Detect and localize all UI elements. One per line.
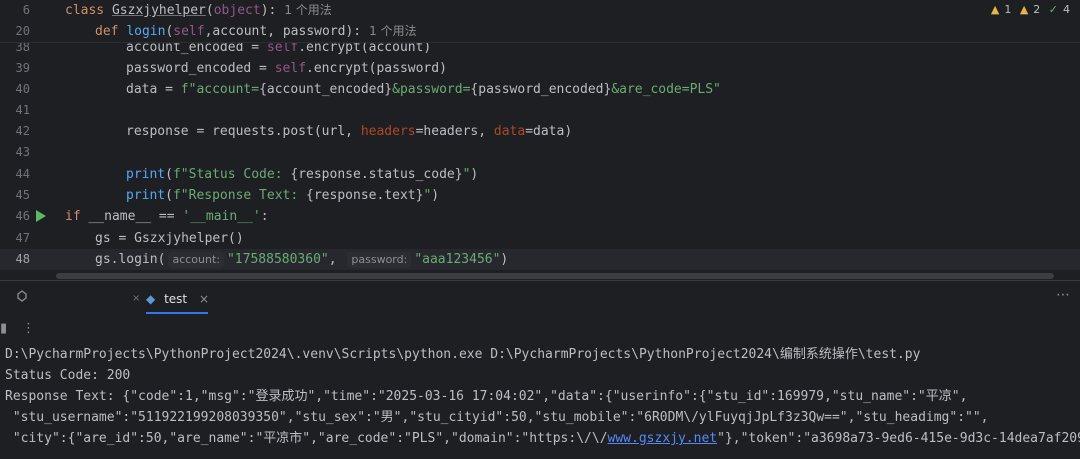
stop-icon[interactable]: ▮ — [0, 321, 7, 336]
run-tab-bar: × ◆ test × ⋯ — [0, 281, 1080, 316]
sticky-scroll-header[interactable]: 6 class Gszxjyhelper(object): 1 个用法 20 de… — [0, 0, 1080, 43]
usage-hint: 1 个用法 — [369, 24, 417, 38]
code-line[interactable]: 42 response = requests.post(url, headers… — [0, 121, 1080, 142]
console-output[interactable]: D:\PycharmProjects\PythonProject2024\.ve… — [5, 344, 1080, 449]
usage-hint: 1 个用法 — [284, 3, 332, 17]
close-icon[interactable]: × — [132, 293, 140, 304]
console-line: D:\PycharmProjects\PythonProject2024\.ve… — [5, 347, 921, 362]
run-toolbar: ▮ ⋮ — [0, 316, 1080, 342]
code-line[interactable]: 40 data = f"account={account_encoded}&pa… — [0, 79, 1080, 100]
run-panel: × ◆ test × ⋯ ▮ ⋮ D:\PycharmProjects\Pyth… — [0, 280, 1080, 459]
console-line: "city":{"are_id":50,"are_name":"平凉市","ar… — [5, 431, 1080, 446]
sticky-line[interactable]: 6 class Gszxjyhelper(object): 1 个用法 — [0, 0, 1080, 21]
tab-test[interactable]: ◆ test × — [146, 287, 209, 311]
code-line[interactable]: 46 if __name__ == '__main__': — [0, 206, 1080, 227]
tab-label: test — [164, 292, 188, 306]
code-line[interactable]: 41 — [0, 100, 1080, 121]
domain-link[interactable]: www.gszxjy.net — [608, 431, 718, 446]
inspection-widget[interactable]: ▲ 1 ▲ 2 ✓ 4 — [986, 3, 1070, 16]
console-line: Response Text: {"code":1,"msg":"登录成功","t… — [5, 389, 968, 404]
tab-active-indicator — [146, 312, 208, 314]
run-icon[interactable] — [36, 210, 46, 222]
code-line[interactable]: 43 — [0, 142, 1080, 163]
python-debug-icon[interactable] — [16, 290, 28, 302]
horizontal-scrollbar[interactable] — [56, 273, 1054, 279]
code-line-current[interactable]: 48 gs.login(account: "17588580360", passw… — [0, 249, 1080, 270]
more-options-icon[interactable]: ⋮ — [22, 321, 35, 336]
code-line[interactable]: 45 print(f"Response Text: {response.text… — [0, 185, 1080, 206]
parameter-hint: password: — [347, 252, 412, 268]
code-line[interactable]: 47 gs = Gszxjyhelper() — [0, 228, 1080, 249]
code-line[interactable]: 39 password_encoded = self.encrypt(passw… — [0, 58, 1080, 79]
check-icon: ✓ — [1048, 3, 1058, 16]
weak-warning-icon: ▲ — [1019, 3, 1029, 16]
console-line: "stu_username":"511922199208039350","stu… — [5, 410, 989, 425]
warning-icon: ▲ — [990, 3, 1000, 16]
more-icon[interactable]: ⋯ — [1056, 287, 1070, 303]
code-editor[interactable]: 38 account_encoded = self.encrypt(accoun… — [0, 0, 1080, 280]
code-line[interactable]: 44 print(f"Status Code: {response.status… — [0, 164, 1080, 185]
sticky-line[interactable]: 20 def login(self,account, password): 1 个… — [0, 21, 1080, 42]
console-line: Status Code: 200 — [5, 368, 131, 383]
parameter-hint: account: — [168, 252, 224, 268]
tab-close-icon[interactable]: × — [199, 292, 209, 306]
python-file-icon: ◆ — [146, 292, 156, 306]
